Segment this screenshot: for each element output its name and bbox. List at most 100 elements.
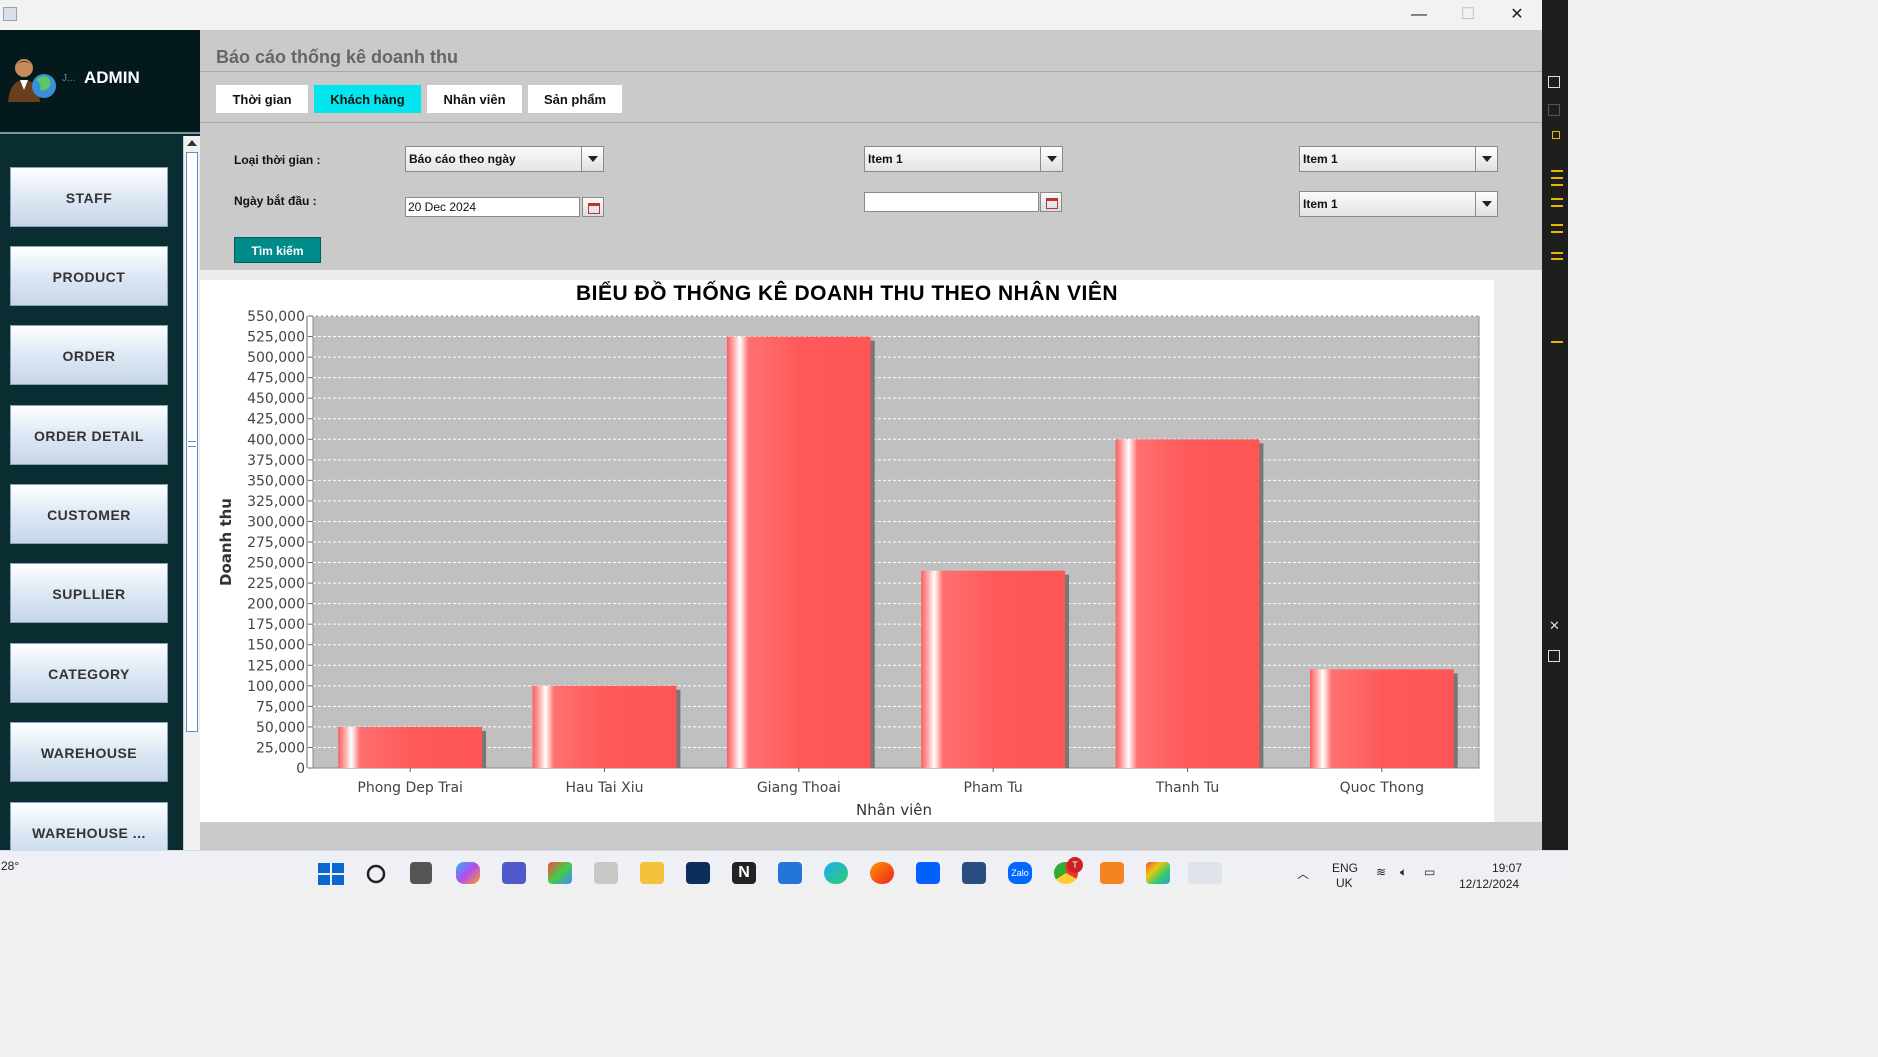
y-tick-label: 375,000 [247, 453, 305, 469]
tab-thoi-gian[interactable]: Thời gian [216, 85, 308, 113]
x-tick-label: Thanh Tu [1155, 780, 1220, 796]
bar [338, 726, 483, 768]
copilot-icon[interactable] [456, 862, 480, 884]
calendar-icon[interactable] [582, 197, 604, 217]
x-tick-label: Hau Tai Xiu [566, 780, 644, 796]
chevron-down-icon[interactable] [581, 147, 603, 171]
page-title: Báo cáo thống kê doanh thu [216, 47, 458, 67]
marker-icon [1551, 231, 1563, 233]
grip-icon [188, 441, 196, 447]
sidebar-item-order-detail[interactable]: ORDER DETAIL [10, 405, 168, 465]
windows-start-icon[interactable] [318, 863, 344, 885]
sidebar-item-order[interactable]: ORDER [10, 325, 168, 385]
teams-icon[interactable] [502, 862, 526, 884]
right-select-1-value: Item 1 [1303, 152, 1338, 166]
y-axis-label: Doanh thu [217, 498, 235, 586]
chart-container: BIỂU ĐỒ THỐNG KÊ DOANH THU THEO NHÂN VIÊ… [200, 280, 1494, 822]
chevron-down-icon[interactable] [1040, 147, 1062, 171]
marker-icon [1551, 341, 1563, 343]
sidebar-menu: STAFF PRODUCT ORDER ORDER DETAIL CUSTOME… [0, 136, 182, 850]
chevron-down-icon[interactable] [1475, 147, 1497, 171]
sidebar-item-category[interactable]: CATEGORY [10, 643, 168, 703]
y-tick-label: 550,000 [247, 309, 305, 325]
calendar-icon[interactable] [1040, 192, 1062, 212]
clock-date[interactable]: 12/12/2024 [1459, 877, 1519, 891]
y-tick-label: 175,000 [247, 617, 305, 633]
y-tick-label: 500,000 [247, 350, 305, 366]
sidebar-scrollbar[interactable] [183, 136, 200, 850]
y-tick-label: 450,000 [247, 391, 305, 407]
chevron-down-icon[interactable] [1475, 192, 1497, 216]
volume-icon[interactable]: 🔈︎ [1400, 865, 1407, 880]
y-tick-label: 525,000 [247, 330, 305, 346]
app-icon-orange[interactable] [1100, 862, 1124, 884]
region-label[interactable]: UK [1336, 876, 1353, 890]
middle-select[interactable]: Item 1 [864, 146, 1063, 172]
sidebar-item-warehouse-more[interactable]: WAREHOUSE ... [10, 802, 168, 850]
search-button[interactable]: Tìm kiếm [234, 237, 321, 263]
sidebar-item-customer[interactable]: CUSTOMER [10, 484, 168, 544]
tab-khach-hang[interactable]: Khách hàng [314, 85, 421, 113]
right-select-2-value: Item 1 [1303, 197, 1338, 211]
divider [200, 71, 1542, 72]
y-tick-label: 350,000 [247, 473, 305, 489]
y-tick-label: 100,000 [247, 679, 305, 695]
edge-icon[interactable] [824, 862, 848, 884]
middle-select-value: Item 1 [868, 152, 903, 166]
square-icon[interactable] [1548, 650, 1560, 662]
end-date-field[interactable] [864, 192, 1039, 212]
java-taskbar-icon[interactable] [1188, 862, 1222, 884]
app-icon[interactable] [594, 862, 618, 884]
start-date-field[interactable]: 20 Dec 2024 [405, 197, 580, 217]
marker-icon [1551, 224, 1563, 226]
dropbox-icon[interactable] [916, 862, 940, 884]
zalo-icon[interactable]: Zalo [1008, 862, 1032, 884]
marker-icon [1551, 258, 1563, 260]
tab-nhan-vien[interactable]: Nhân viên [427, 85, 522, 113]
photos-icon[interactable] [548, 862, 572, 884]
notification-badge: T [1067, 857, 1083, 873]
sidebar-item-staff[interactable]: STAFF [10, 167, 168, 227]
x-axis-label: Nhân viên [856, 801, 932, 819]
bar-chart: 0 25,000 50,000 75,000 100,000 125,000 150,000… [217, 309, 1480, 819]
temperature-label: 28° [1, 859, 20, 873]
task-view-icon[interactable] [410, 862, 432, 884]
time-type-select[interactable]: Báo cáo theo ngày [405, 146, 604, 172]
y-tick-label: 25,000 [256, 740, 305, 756]
sidebar-item-product[interactable]: PRODUCT [10, 246, 168, 306]
sidebar-item-warehouse[interactable]: WAREHOUSE [10, 722, 168, 782]
minimize-button[interactable]: — [1404, 4, 1434, 26]
chevron-up-icon[interactable]: ︿ [1297, 865, 1309, 882]
app-icon-hex[interactable] [1146, 862, 1170, 884]
sidebar-item-supplier[interactable]: SUPLLIER [10, 563, 168, 623]
y-tick-label: 325,000 [247, 494, 305, 510]
close-button[interactable]: ✕ [1502, 4, 1532, 26]
window-titlebar: — ☐ ✕ [0, 0, 1542, 30]
y-tick-label: 250,000 [247, 556, 305, 572]
notion-icon[interactable]: N [732, 862, 756, 884]
right-select-2[interactable]: Item 1 [1299, 191, 1498, 217]
store-icon[interactable] [778, 862, 802, 884]
ide-icon[interactable] [686, 862, 710, 884]
bar [532, 685, 677, 768]
battery-icon[interactable]: ▭ [1424, 865, 1435, 879]
clock-time[interactable]: 19:07 [1492, 861, 1522, 875]
y-tick-label: 300,000 [247, 514, 305, 530]
search-icon[interactable] [366, 864, 388, 884]
firefox-icon[interactable] [870, 862, 894, 884]
wifi-icon[interactable]: ≋ [1376, 865, 1386, 879]
admin-subtitle: J... [62, 73, 76, 84]
language-label[interactable]: ENG [1332, 861, 1358, 875]
square-icon [1548, 76, 1560, 88]
close-icon[interactable]: ✕ [1549, 618, 1560, 634]
marker-icon [1551, 177, 1563, 179]
scroll-thumb[interactable] [186, 152, 198, 732]
marker-icon [1551, 252, 1563, 254]
tab-san-pham[interactable]: Sản phẩm [528, 85, 622, 113]
divider [200, 122, 1542, 123]
right-select-1[interactable]: Item 1 [1299, 146, 1498, 172]
mysql-icon[interactable] [962, 862, 986, 884]
maximize-button[interactable]: ☐ [1453, 4, 1483, 26]
scroll-up-arrow-icon[interactable] [187, 140, 197, 146]
file-explorer-icon[interactable] [640, 862, 664, 884]
